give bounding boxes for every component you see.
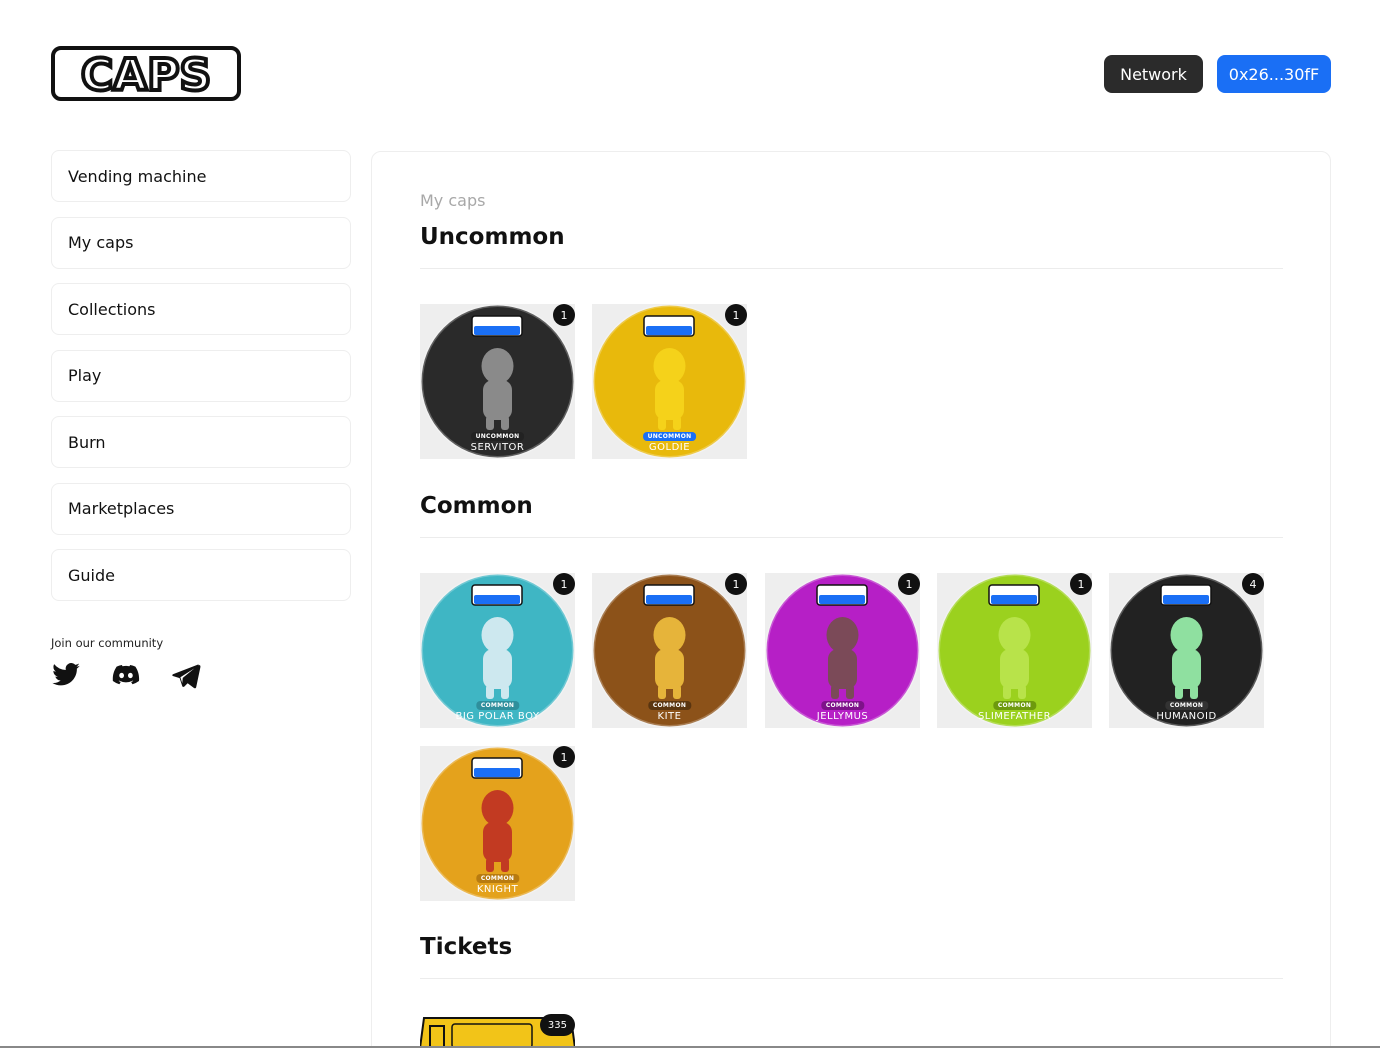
- section-title-uncommon: Uncommon: [420, 224, 565, 250]
- ticket-count-badge: 335: [539, 1014, 575, 1036]
- cap-card-goldie[interactable]: UNCOMMON GOLDIE 1: [592, 304, 747, 459]
- wallet-button-label: 0x26...30fF: [1228, 64, 1320, 84]
- sidebar-item-label: Marketplaces: [68, 499, 175, 518]
- cap-count-badge: 1: [553, 304, 575, 326]
- cap-rarity-badge: COMMON: [820, 701, 865, 710]
- twitter-icon[interactable]: [51, 660, 81, 690]
- cap-card-big-polar-boy[interactable]: COMMON BIG POLAR BOY 1: [420, 573, 575, 728]
- cap-name: KNIGHT: [476, 884, 519, 895]
- sidebar-item-burn[interactable]: Burn: [51, 416, 351, 468]
- cap-card-knight[interactable]: COMMON KNIGHT 1: [420, 746, 575, 901]
- cap-rarity-badge: UNCOMMON: [642, 432, 697, 441]
- sidebar-item-label: My caps: [68, 233, 134, 252]
- cap-name: HUMANOID: [1156, 711, 1217, 722]
- cap-count-badge: 1: [725, 304, 747, 326]
- cap-rarity-badge: UNCOMMON: [470, 432, 525, 441]
- sidebar-item-vending-machine[interactable]: Vending machine: [51, 150, 351, 202]
- cap-name: GOLDIE: [648, 442, 691, 453]
- discord-icon[interactable]: [111, 660, 141, 690]
- cap-rarity-badge: COMMON: [1164, 701, 1209, 710]
- ticket-card[interactable]: 335: [418, 1014, 577, 1048]
- cap-card-servitor[interactable]: UNCOMMON SERVITOR 1: [420, 304, 575, 459]
- sidebar-item-label: Play: [68, 366, 102, 385]
- sidebar-item-collections[interactable]: Collections: [51, 283, 351, 335]
- sidebar-nav: Vending machine My caps Collections Play…: [51, 150, 351, 616]
- section-title-common: Common: [420, 493, 533, 519]
- section-divider: [420, 268, 1283, 269]
- cap-count-badge: 1: [553, 573, 575, 595]
- caps-logo[interactable]: CAPS: [51, 46, 241, 103]
- logo-text: CAPS: [81, 50, 211, 101]
- cap-name: SERVITOR: [470, 442, 525, 453]
- cap-count-badge: 4: [1242, 573, 1264, 595]
- section-title-tickets: Tickets: [420, 934, 513, 960]
- cap-card-kite[interactable]: COMMON KITE 1: [592, 573, 747, 728]
- community-label: Join our community: [51, 636, 164, 650]
- cap-name: KITE: [657, 711, 682, 722]
- cap-rarity-badge: COMMON: [992, 701, 1037, 710]
- cap-count-badge: 1: [725, 573, 747, 595]
- cap-count-badge: 1: [1070, 573, 1092, 595]
- cap-rarity-badge: COMMON: [647, 701, 692, 710]
- cap-rarity-badge: COMMON: [475, 874, 520, 883]
- breadcrumb: My caps: [420, 191, 486, 210]
- cap-name: JELLYMUS: [816, 711, 869, 722]
- sidebar-item-marketplaces[interactable]: Marketplaces: [51, 482, 351, 535]
- network-button[interactable]: Network: [1104, 55, 1203, 93]
- network-button-label: Network: [1120, 64, 1187, 84]
- sidebar-item-my-caps[interactable]: My caps: [51, 216, 351, 269]
- sidebar-item-label: Burn: [68, 432, 106, 452]
- cap-card-humanoid[interactable]: COMMON HUMANOID 4: [1109, 573, 1264, 728]
- section-divider: [420, 537, 1283, 538]
- wallet-button[interactable]: 0x26...30fF: [1217, 55, 1331, 93]
- cap-name: BIG POLAR BOY: [455, 711, 540, 722]
- sidebar-item-play[interactable]: Play: [51, 349, 351, 402]
- cap-card-jellymus[interactable]: COMMON JELLYMUS 1: [765, 573, 920, 728]
- cap-rarity-badge: COMMON: [475, 701, 520, 710]
- sidebar-item-guide[interactable]: Guide: [51, 549, 351, 601]
- cap-count-badge: 1: [553, 746, 575, 768]
- section-divider: [420, 978, 1283, 979]
- cap-card-slimefather[interactable]: COMMON SLIMEFATHER 1: [937, 573, 1092, 728]
- cap-count-badge: 1: [898, 573, 920, 595]
- sidebar-item-label: Vending machine: [68, 166, 207, 186]
- sidebar-item-label: Guide: [68, 565, 115, 585]
- sidebar-item-label: Collections: [68, 299, 156, 319]
- cap-name: SLIMEFATHER: [977, 711, 1052, 722]
- telegram-icon[interactable]: [171, 660, 201, 690]
